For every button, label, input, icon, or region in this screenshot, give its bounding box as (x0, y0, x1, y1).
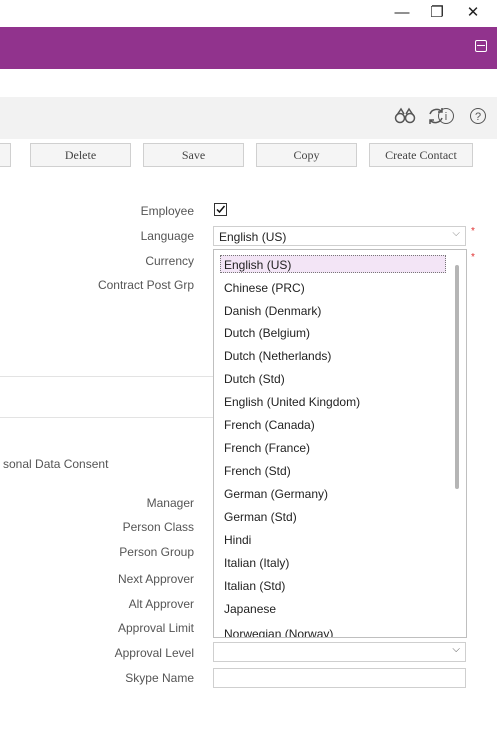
skype-name-label: Skype Name (125, 671, 194, 685)
required-marker: * (471, 226, 475, 237)
approval-level-label: Approval Level (114, 646, 194, 660)
currency-label: Currency (145, 254, 194, 268)
language-option[interactable]: English (US) (224, 258, 291, 272)
language-option[interactable]: Danish (Denmark) (224, 304, 321, 318)
binoculars-icon[interactable] (394, 105, 416, 127)
contract-post-grp-label: Contract Post Grp (97, 278, 194, 292)
language-option[interactable]: Norwegian (Norway) (224, 627, 333, 637)
employee-checkbox[interactable] (214, 203, 227, 216)
copy-button[interactable]: Copy (256, 143, 357, 167)
language-option[interactable]: German (Std) (224, 510, 297, 524)
section-divider (0, 417, 213, 418)
language-option[interactable]: English (United Kingdom) (224, 395, 360, 409)
language-option[interactable]: German (Germany) (224, 487, 328, 501)
language-option[interactable]: Dutch (Belgium) (224, 326, 310, 340)
alt-approver-label: Alt Approver (128, 597, 194, 611)
language-select-value: English (US) (219, 230, 287, 244)
maximize-button[interactable]: ❐ (424, 2, 450, 24)
language-option[interactable]: Japanese (224, 602, 276, 616)
help-icon[interactable]: ? (470, 108, 486, 124)
create-contact-button[interactable]: Create Contact (369, 143, 473, 167)
language-option[interactable]: Dutch (Netherlands) (224, 349, 331, 363)
chevron-down-icon[interactable]: ⌵ (452, 644, 460, 655)
language-option[interactable]: Chinese (PRC) (224, 281, 305, 295)
chevron-down-icon[interactable]: ⌵ (452, 228, 460, 239)
approval-limit-label: Approval Limit (117, 621, 194, 635)
language-option[interactable]: Italian (Italy) (224, 556, 289, 570)
window-titlebar: — ❐ ✕ (0, 0, 497, 27)
delete-button[interactable]: Delete (30, 143, 131, 167)
language-option[interactable]: Dutch (Std) (224, 372, 285, 386)
panel-toggle-icon[interactable] (475, 40, 487, 52)
previous-button-partial[interactable] (0, 143, 11, 167)
language-option[interactable]: French (Std) (224, 464, 291, 478)
save-button[interactable]: Save (143, 143, 244, 167)
approval-level-select[interactable]: ⌵ (213, 642, 466, 662)
toolbar: i ? (0, 97, 497, 139)
info-icon[interactable]: i (438, 108, 454, 124)
close-button[interactable]: ✕ (460, 2, 486, 24)
language-option[interactable]: Italian (Std) (224, 579, 285, 593)
language-option[interactable]: French (France) (224, 441, 310, 455)
required-marker: * (471, 252, 475, 263)
employee-label: Employee (140, 204, 194, 218)
skype-name-input[interactable] (213, 668, 466, 688)
app-header (0, 27, 497, 69)
language-option[interactable]: French (Canada) (224, 418, 315, 432)
language-label: Language (140, 229, 194, 243)
language-option[interactable]: Hindi (224, 533, 251, 547)
manager-label: Manager (146, 496, 194, 510)
language-select[interactable]: English (US) ⌵ (213, 226, 466, 246)
next-approver-label: Next Approver (117, 572, 194, 586)
person-group-label: Person Group (119, 545, 194, 559)
person-class-label: Person Class (122, 520, 194, 534)
personal-data-consent-label: sonal Data Consent (3, 457, 109, 471)
language-dropdown-list: English (US) Chinese (PRC) Danish (Denma… (213, 249, 467, 638)
minimize-button[interactable]: — (389, 2, 415, 24)
dropdown-scrollbar[interactable] (455, 265, 459, 489)
section-divider (0, 376, 213, 377)
